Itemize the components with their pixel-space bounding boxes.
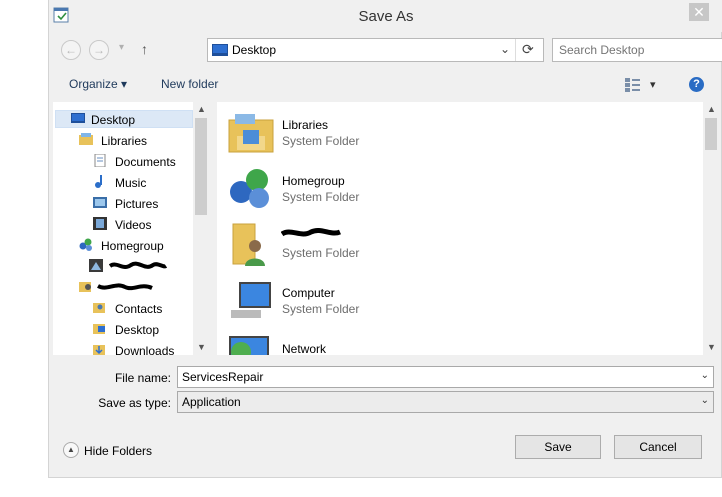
file-list-scrollbar[interactable]: ▲ ▼ bbox=[703, 102, 719, 355]
sidebar-item-music[interactable]: Music bbox=[93, 174, 193, 192]
scrollbar-thumb[interactable] bbox=[705, 118, 717, 150]
user-folder-icon bbox=[232, 223, 265, 266]
sidebar-item-label: Documents bbox=[115, 155, 176, 169]
sidebar-item-pictures[interactable]: Pictures bbox=[93, 195, 193, 213]
folder-icon bbox=[93, 324, 105, 334]
back-button[interactable]: ← bbox=[61, 40, 81, 60]
file-name-label: File name: bbox=[114, 371, 171, 385]
item-type: System Folder bbox=[282, 302, 360, 316]
window-title: Save As bbox=[358, 8, 414, 25]
network-icon bbox=[229, 336, 269, 355]
view-options-icon[interactable] bbox=[625, 78, 641, 92]
view-dropdown-icon[interactable]: ▾ bbox=[650, 78, 656, 91]
homegroup-icon bbox=[230, 169, 269, 208]
libraries-icon bbox=[228, 114, 274, 153]
sidebar-item-label: Music bbox=[115, 176, 147, 190]
organize-menu[interactable]: Organize ▾ bbox=[69, 77, 127, 91]
item-name: Libraries bbox=[282, 118, 329, 132]
help-icon[interactable]: ? bbox=[689, 77, 704, 92]
homegroup-icon bbox=[79, 238, 92, 251]
chevron-down-icon[interactable]: ⌄ bbox=[701, 395, 709, 406]
navigation-scrollbar[interactable]: ▲ ▼ bbox=[193, 102, 209, 355]
new-folder-button[interactable]: New folder bbox=[161, 77, 218, 91]
file-name-field[interactable]: ServicesRepair ⌄ bbox=[177, 366, 714, 388]
item-name: Network bbox=[282, 342, 327, 355]
contacts-icon bbox=[93, 303, 105, 313]
search-input[interactable] bbox=[559, 42, 722, 58]
item-type: System Folder bbox=[282, 134, 360, 148]
navigation-pane: Desktop Libraries Documents Music Pictur… bbox=[53, 102, 209, 358]
desktop-icon bbox=[71, 113, 85, 123]
sidebar-item-downloads[interactable]: Downloads bbox=[93, 342, 193, 360]
sidebar-item-user-folder[interactable] bbox=[79, 279, 193, 297]
item-name: Homegroup bbox=[282, 174, 345, 188]
sidebar-item-homegroup[interactable]: Homegroup bbox=[79, 237, 193, 255]
redaction-scribble bbox=[97, 283, 153, 291]
sidebar-item-label: Desktop bbox=[91, 113, 136, 127]
music-icon bbox=[95, 175, 102, 188]
sidebar-item-redacted[interactable] bbox=[89, 258, 193, 276]
sidebar-item-documents[interactable]: Documents bbox=[93, 153, 193, 171]
list-item[interactable]: Libraries System Folder bbox=[227, 104, 527, 156]
sidebar-item-label: Libraries bbox=[101, 134, 148, 148]
scroll-down-icon[interactable]: ▼ bbox=[197, 342, 206, 352]
sidebar-item-label: Homegroup bbox=[101, 239, 164, 253]
sidebar-item-label: Contacts bbox=[115, 302, 163, 316]
sidebar-item-desktop-folder[interactable]: Desktop bbox=[93, 321, 193, 339]
save-button[interactable]: Save bbox=[515, 435, 601, 459]
close-button[interactable]: ✕ bbox=[689, 3, 709, 21]
scrollbar-thumb[interactable] bbox=[195, 118, 207, 215]
libraries-icon bbox=[79, 133, 93, 145]
redaction-scribble bbox=[109, 261, 167, 269]
save-as-dialog: Save As ✕ ← → ▾ ↑ Desktop ⌄ ⟳ ⚲ Organize… bbox=[48, 0, 722, 478]
item-name: Computer bbox=[282, 286, 335, 300]
videos-icon bbox=[93, 217, 107, 230]
chevron-up-icon: ▲ bbox=[63, 442, 79, 458]
list-item[interactable]: System Folder bbox=[227, 216, 527, 268]
up-button[interactable]: ↑ bbox=[141, 41, 148, 57]
scroll-up-icon[interactable]: ▲ bbox=[707, 104, 716, 114]
sidebar-item-label: Desktop bbox=[115, 323, 160, 337]
sidebar-item-videos[interactable]: Videos bbox=[93, 216, 193, 234]
downloads-icon bbox=[93, 345, 105, 355]
search-box[interactable]: ⚲ bbox=[552, 38, 722, 62]
desktop-icon bbox=[212, 44, 228, 56]
title-bar: Save As ✕ bbox=[49, 0, 722, 32]
save-as-type-select[interactable]: Application ⌄ bbox=[177, 391, 714, 413]
item-type: System Folder bbox=[282, 190, 360, 204]
address-bar[interactable]: Desktop ⌄ ⟳ bbox=[207, 38, 544, 62]
hide-folders-label: Hide Folders bbox=[84, 444, 153, 458]
sidebar-item-desktop[interactable]: Desktop bbox=[55, 110, 193, 128]
scroll-down-icon[interactable]: ▼ bbox=[707, 342, 716, 352]
user-folder-icon bbox=[79, 282, 91, 292]
pictures-icon bbox=[93, 197, 107, 208]
sidebar-item-label: Pictures bbox=[115, 197, 159, 211]
sidebar-item-contacts[interactable]: Contacts bbox=[93, 300, 193, 318]
redaction-scribble bbox=[281, 227, 341, 237]
sidebar-item-libraries[interactable]: Libraries bbox=[79, 132, 189, 150]
scroll-up-icon[interactable]: ▲ bbox=[197, 104, 206, 114]
save-as-type-label: Save as type: bbox=[98, 396, 171, 410]
file-list: Libraries System Folder Homegroup System… bbox=[217, 102, 703, 355]
forward-button[interactable]: → bbox=[89, 40, 109, 60]
computer-icon bbox=[231, 282, 271, 318]
chevron-down-icon[interactable]: ⌄ bbox=[701, 370, 709, 381]
item-type: System Folder bbox=[282, 246, 360, 260]
list-item[interactable]: Homegroup System Folder bbox=[227, 160, 527, 212]
address-dropdown-icon[interactable]: ⌄ bbox=[500, 42, 510, 56]
cancel-button[interactable]: Cancel bbox=[614, 435, 702, 459]
address-text: Desktop bbox=[232, 43, 277, 57]
list-item[interactable]: Computer System Folder bbox=[227, 272, 527, 324]
sidebar-item-label: Videos bbox=[115, 218, 152, 232]
list-item[interactable]: Network bbox=[227, 328, 527, 355]
redacted-icon bbox=[89, 259, 103, 272]
recent-locations-dropdown[interactable]: ▾ bbox=[119, 42, 124, 53]
documents-icon bbox=[94, 154, 106, 167]
save-as-type-value: Application bbox=[182, 395, 241, 409]
file-name-value: ServicesRepair bbox=[182, 370, 264, 384]
refresh-icon[interactable]: ⟳ bbox=[522, 41, 534, 58]
address-divider bbox=[515, 39, 516, 61]
sidebar-item-label: Downloads bbox=[115, 344, 175, 358]
